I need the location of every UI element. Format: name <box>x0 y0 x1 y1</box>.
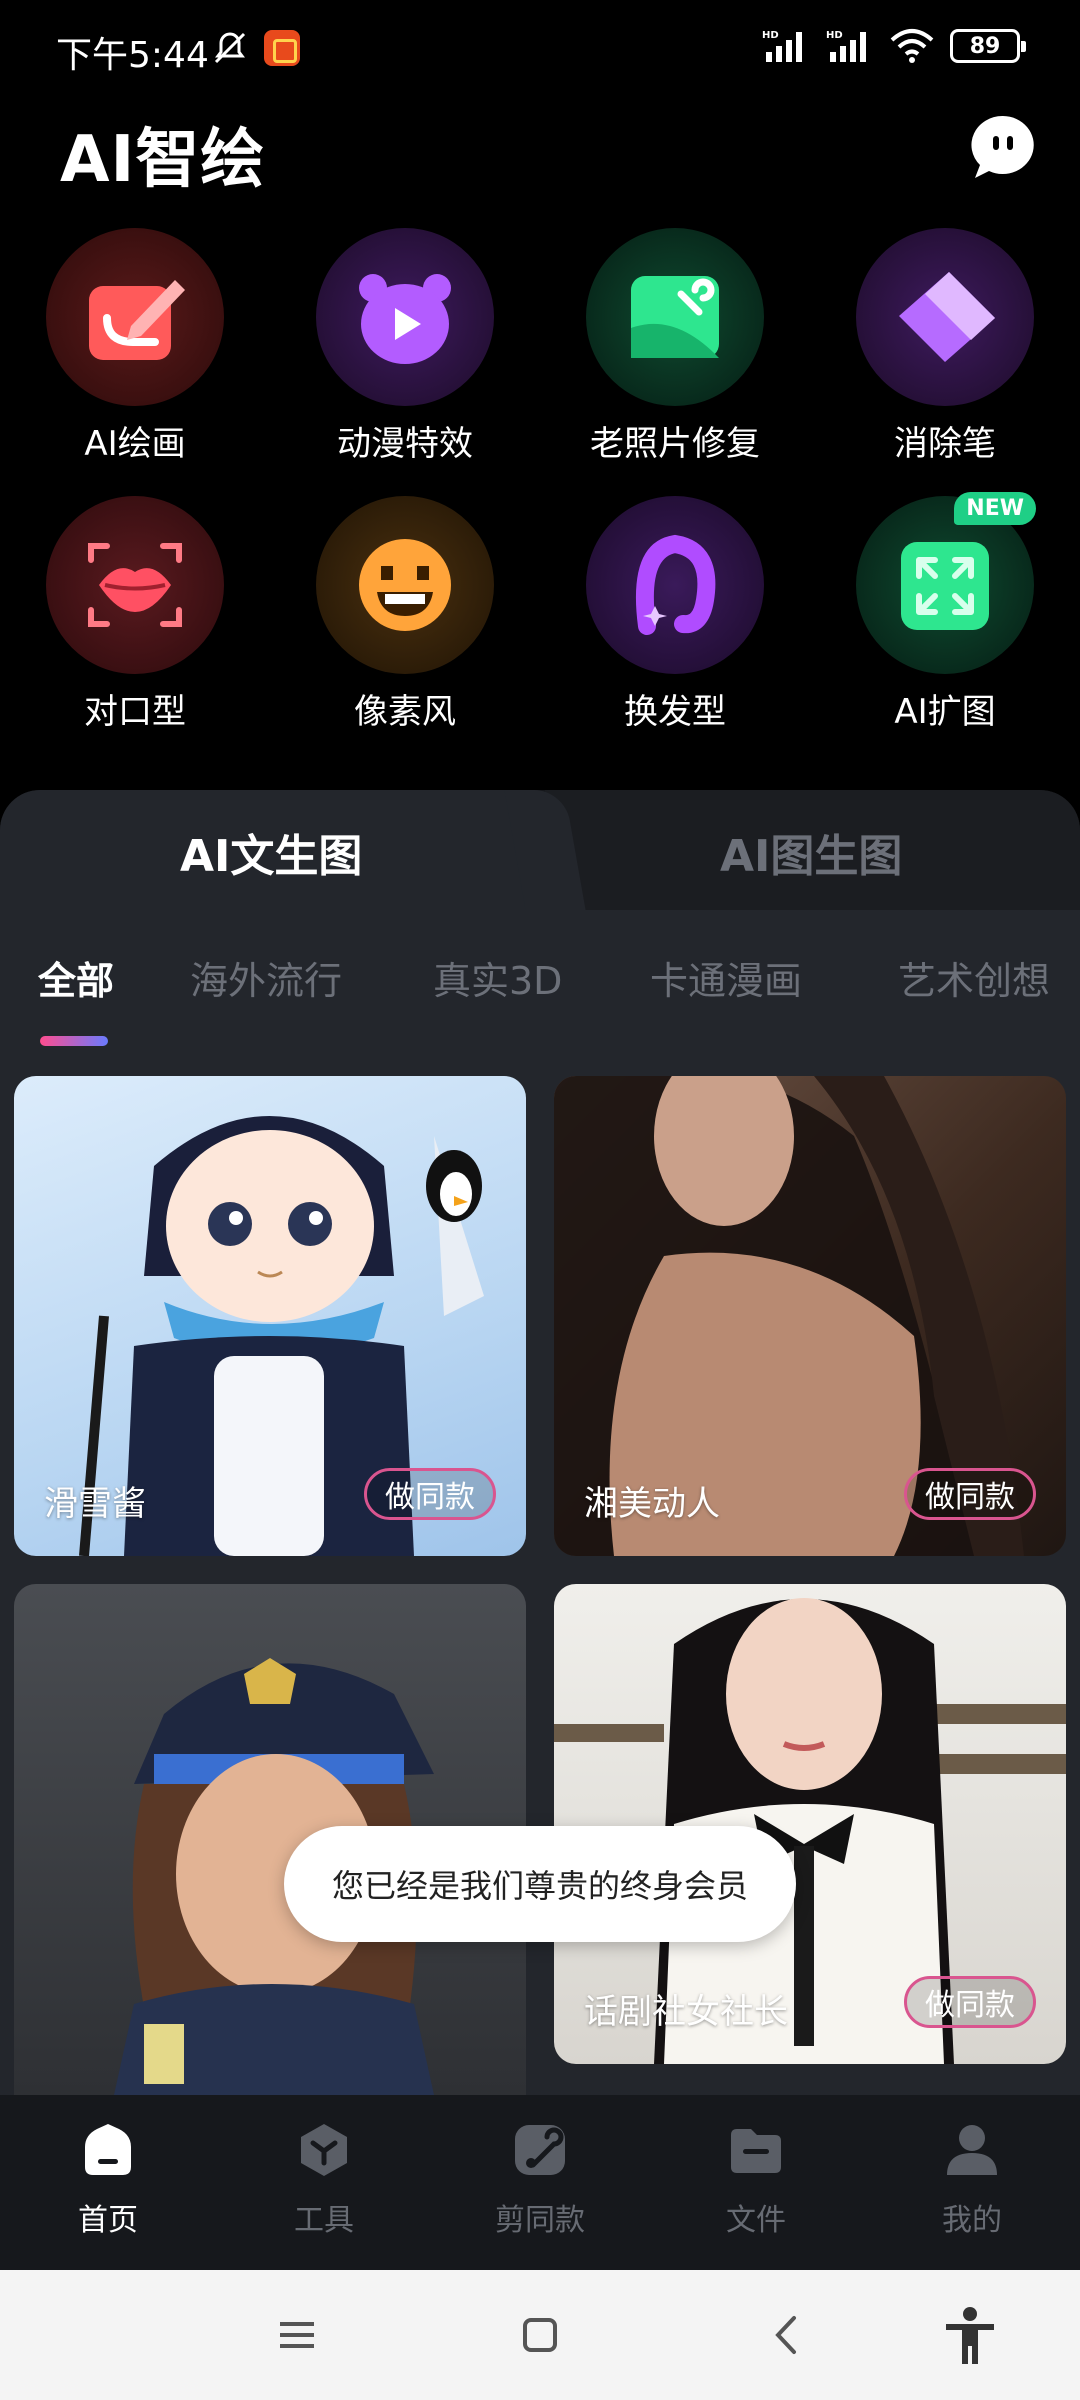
category-overseas-trending[interactable]: 海外流行 <box>190 950 342 1005</box>
hair-icon <box>586 496 764 674</box>
nav-label: 文件 <box>726 2203 786 2238</box>
nav-files[interactable]: 文件 <box>686 2121 826 2239</box>
template-card[interactable]: 话剧社女社长 做同款 <box>554 1584 1066 2064</box>
signal-icon: HD <box>762 30 802 62</box>
category-active-indicator <box>40 1036 108 1046</box>
tool-pixel-style[interactable]: 像素风 <box>295 496 515 733</box>
tool-label: 消除笔 <box>894 424 996 464</box>
card-title: 话剧社女社长 <box>584 1992 788 2032</box>
nav-profile[interactable]: 我的 <box>902 2121 1042 2239</box>
svg-text:HD: HD <box>762 30 779 41</box>
tools-icon <box>301 2124 347 2176</box>
bottom-nav: 首页 工具 剪同款 文件 我的 <box>0 2095 1080 2270</box>
category-all[interactable]: 全部 <box>38 950 114 1005</box>
photo-repair-icon <box>586 228 764 406</box>
eraser-icon <box>856 228 1034 406</box>
tool-label: AI扩图 <box>894 692 996 732</box>
make-same-button[interactable]: 做同款 <box>364 1468 496 1520</box>
home-square-icon[interactable] <box>515 2310 565 2360</box>
folder-icon <box>731 2129 781 2173</box>
nav-label: 工具 <box>294 2203 354 2238</box>
battery-level: 89 <box>969 33 1001 59</box>
status-bar: 下午5:44 HD HD 89 <box>0 0 1080 100</box>
tool-ai-paint[interactable]: AI绘画 <box>25 228 245 465</box>
card-title: 湘美动人 <box>584 1484 720 1524</box>
nav-label: 剪同款 <box>495 2203 585 2238</box>
category-cartoon-comic[interactable]: 卡通漫画 <box>650 950 802 1005</box>
profile-icon <box>947 2125 997 2175</box>
new-badge: NEW <box>954 492 1036 525</box>
tool-label: 对口型 <box>84 692 186 732</box>
tool-label: 动漫特效 <box>337 424 473 464</box>
nav-tools[interactable]: 工具 <box>254 2121 394 2239</box>
tool-lip-sync[interactable]: 对口型 <box>25 496 245 733</box>
make-same-button[interactable]: 做同款 <box>904 1468 1036 1520</box>
tool-label: 老照片修复 <box>590 424 760 464</box>
pixel-face-icon <box>316 496 494 674</box>
mute-icon <box>214 32 246 64</box>
template-card[interactable]: 湘美动人 做同款 <box>554 1076 1066 1556</box>
menu-icon[interactable] <box>272 2310 322 2360</box>
accessibility-icon[interactable] <box>942 2306 998 2366</box>
back-icon[interactable] <box>762 2310 812 2360</box>
signal-icon-2: HD <box>826 30 866 62</box>
nav-clip-template[interactable]: 剪同款 <box>470 2121 610 2239</box>
anime-bear-icon <box>316 228 494 406</box>
category-art-creative[interactable]: 艺术创想 <box>898 950 1050 1005</box>
message-icon[interactable] <box>968 112 1038 182</box>
svg-text:HD: HD <box>826 30 843 41</box>
nav-label: 我的 <box>942 2203 1002 2238</box>
category-tabs: 全部 海外流行 真实3D 卡通漫画 艺术创想 <box>0 950 1080 1030</box>
nav-home[interactable]: 首页 <box>38 2121 178 2239</box>
tool-hairstyle[interactable]: 换发型 <box>565 496 785 733</box>
tool-ai-expand[interactable]: NEW AI扩图 <box>835 492 1055 733</box>
make-same-button[interactable]: 做同款 <box>904 1976 1036 2028</box>
tab-image-to-image[interactable]: AI图生图 <box>720 820 902 884</box>
category-realistic-3d[interactable]: 真实3D <box>433 950 562 1005</box>
card-title: 滑雪酱 <box>44 1484 146 1524</box>
tool-eraser[interactable]: 消除笔 <box>835 228 1055 465</box>
tool-label: 换发型 <box>624 692 726 732</box>
home-icon <box>85 2124 131 2175</box>
tool-photo-repair[interactable]: 老照片修复 <box>565 228 785 465</box>
tool-label: 像素风 <box>354 692 456 732</box>
toast-message: 您已经是我们尊贵的终身会员 <box>284 1826 796 1942</box>
expand-icon: NEW <box>856 492 1036 674</box>
app-title: AI智绘 <box>60 123 266 197</box>
notification-app-icon <box>264 30 300 66</box>
clip-template-icon <box>515 2125 565 2175</box>
status-time: 下午5:44 <box>56 35 209 76</box>
template-card[interactable]: 滑雪酱 做同款 <box>14 1076 526 1556</box>
tool-anime-effect[interactable]: 动漫特效 <box>295 228 515 465</box>
battery-indicator: 89 <box>950 29 1026 63</box>
nav-label: 首页 <box>78 2203 138 2238</box>
wifi-icon <box>890 29 934 63</box>
tab-text-to-image[interactable]: AI文生图 <box>180 820 362 884</box>
lips-icon <box>46 496 224 674</box>
system-nav-bar <box>0 2270 1080 2400</box>
ai-paint-icon <box>46 228 224 406</box>
tool-label: AI绘画 <box>84 424 186 464</box>
